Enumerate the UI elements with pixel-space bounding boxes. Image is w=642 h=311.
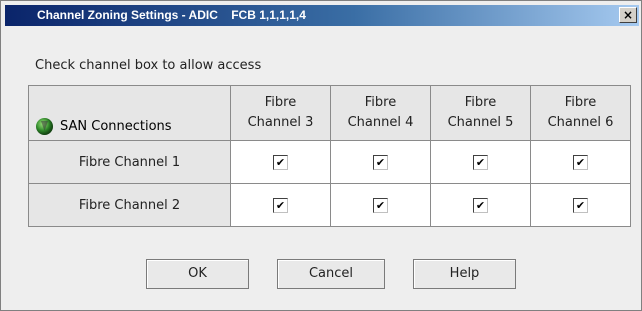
matrix-cell: ✔ xyxy=(330,183,431,227)
checkbox-fc1-fc4[interactable]: ✔ xyxy=(373,154,388,170)
column-header-fibre-channel-4: Fibre Channel 4 xyxy=(330,85,431,141)
checkbox-fc2-fc3[interactable]: ✔ xyxy=(273,197,288,213)
column-header-line1: Fibre xyxy=(264,95,297,110)
row-header-fibre-channel-1: Fibre Channel 1 xyxy=(28,140,231,184)
column-header-line2: Channel 3 xyxy=(247,115,314,130)
matrix-cell: ✔ xyxy=(430,183,531,227)
checkbox-fc2-fc6[interactable]: ✔ xyxy=(573,197,588,213)
matrix-header-row: SAN Connections Fibre Channel 3 Fibre Ch… xyxy=(28,85,631,141)
column-header-line1: Fibre xyxy=(364,95,397,110)
column-header-line1: Fibre xyxy=(464,95,497,110)
instruction-text: Check channel box to allow access xyxy=(35,58,262,73)
window-title: Channel Zoning Settings - ADIC FCB 1,1,1… xyxy=(37,8,306,22)
column-header-fibre-channel-3: Fibre Channel 3 xyxy=(230,85,331,141)
column-header-fibre-channel-5: Fibre Channel 5 xyxy=(430,85,531,141)
channel-zoning-dialog: Channel Zoning Settings - ADIC FCB 1,1,1… xyxy=(0,0,642,311)
checkbox-fc2-fc5[interactable]: ✔ xyxy=(473,197,488,213)
checkbox-fc1-fc6[interactable]: ✔ xyxy=(573,154,588,170)
column-header-line2: Channel 5 xyxy=(447,115,514,130)
checkbox-fc1-fc5[interactable]: ✔ xyxy=(473,154,488,170)
matrix-row-fibre-channel-2: Fibre Channel 2 ✔ ✔ ✔ ✔ xyxy=(28,183,631,227)
close-button[interactable]: × xyxy=(619,7,637,23)
matrix-row-fibre-channel-1: Fibre Channel 1 ✔ ✔ ✔ ✔ xyxy=(28,140,631,184)
title-bar[interactable]: Channel Zoning Settings - ADIC FCB 1,1,1… xyxy=(5,5,639,26)
column-header-line2: Channel 6 xyxy=(547,115,614,130)
san-connections-label: SAN Connections xyxy=(60,119,172,134)
globe-icon xyxy=(36,118,53,135)
ok-button[interactable]: OK xyxy=(146,259,249,289)
cancel-button[interactable]: Cancel xyxy=(277,259,385,289)
matrix-cell: ✔ xyxy=(430,140,531,184)
matrix-corner: SAN Connections xyxy=(28,85,231,141)
matrix-cell: ✔ xyxy=(230,140,331,184)
matrix-cell: ✔ xyxy=(230,183,331,227)
row-header-fibre-channel-2: Fibre Channel 2 xyxy=(28,183,231,227)
help-button[interactable]: Help xyxy=(413,259,516,289)
matrix-cell: ✔ xyxy=(330,140,431,184)
checkbox-fc1-fc3[interactable]: ✔ xyxy=(273,154,288,170)
column-header-fibre-channel-6: Fibre Channel 6 xyxy=(530,85,631,141)
column-header-line1: Fibre xyxy=(564,95,597,110)
zoning-matrix: SAN Connections Fibre Channel 3 Fibre Ch… xyxy=(28,85,631,227)
matrix-cell: ✔ xyxy=(530,183,631,227)
matrix-cell: ✔ xyxy=(530,140,631,184)
column-header-line2: Channel 4 xyxy=(347,115,414,130)
checkbox-fc2-fc4[interactable]: ✔ xyxy=(373,197,388,213)
